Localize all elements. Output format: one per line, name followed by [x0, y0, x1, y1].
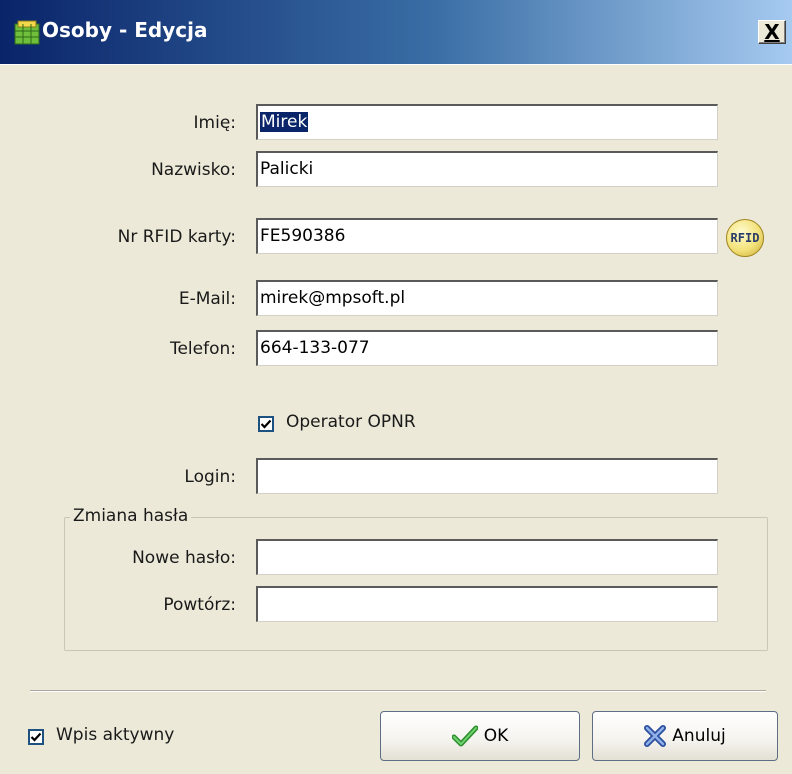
close-button[interactable]: X	[758, 20, 786, 44]
telefon-label: Telefon:	[169, 339, 236, 359]
checkmark-icon	[451, 725, 478, 747]
email-label: E-Mail:	[178, 289, 236, 309]
dialog-window: Osoby - Edycja X Imię: Mirek Nazwisko: P…	[0, 0, 792, 774]
active-label: Wpis aktywny	[56, 725, 175, 745]
email-input[interactable]: mirek@mpsoft.pl	[256, 280, 718, 316]
password-group-title: Zmiana hasła	[70, 506, 192, 526]
telefon-value: 664-133-077	[260, 338, 370, 358]
active-checkbox[interactable]	[28, 729, 44, 745]
title-bar[interactable]: Osoby - Edycja X	[0, 0, 792, 65]
operator-checkbox[interactable]	[258, 416, 274, 432]
rfid-input[interactable]: FE590386	[256, 218, 718, 254]
repeat-password-input[interactable]	[256, 586, 718, 622]
footer-divider	[30, 690, 766, 692]
cancel-button[interactable]: Anuluj	[592, 711, 778, 761]
nazwisko-label: Nazwisko:	[151, 160, 236, 180]
imie-input[interactable]: Mirek	[256, 104, 718, 140]
telefon-input[interactable]: 664-133-077	[256, 330, 718, 366]
close-icon: X	[764, 20, 780, 44]
cancel-label: Anuluj	[672, 726, 726, 746]
imie-label: Imię:	[193, 113, 236, 133]
rfid-value: FE590386	[260, 226, 346, 246]
imie-value: Mirek	[260, 112, 309, 132]
rfid-label: Nr RFID karty:	[117, 227, 236, 247]
ok-label: OK	[483, 726, 509, 746]
checkmark-icon	[260, 419, 272, 429]
checkmark-icon	[30, 732, 42, 742]
nazwisko-value: Palicki	[260, 159, 314, 179]
app-grid-icon	[14, 20, 40, 45]
repeat-password-label: Powtórz:	[163, 595, 236, 615]
rfid-button[interactable]: RFID	[726, 219, 764, 257]
x-cross-icon	[644, 725, 667, 747]
password-group	[64, 517, 768, 651]
rfid-icon: RFID	[730, 231, 760, 245]
nazwisko-input[interactable]: Palicki	[256, 151, 718, 187]
window-title: Osoby - Edycja	[42, 18, 208, 42]
login-input[interactable]	[256, 458, 718, 494]
email-value: mirek@mpsoft.pl	[260, 288, 406, 308]
operator-label: Operator OPNR	[286, 412, 416, 432]
ok-button[interactable]: OK	[380, 711, 580, 761]
new-password-input[interactable]	[256, 539, 718, 575]
new-password-label: Nowe hasło:	[132, 548, 236, 568]
login-label: Login:	[184, 467, 236, 487]
